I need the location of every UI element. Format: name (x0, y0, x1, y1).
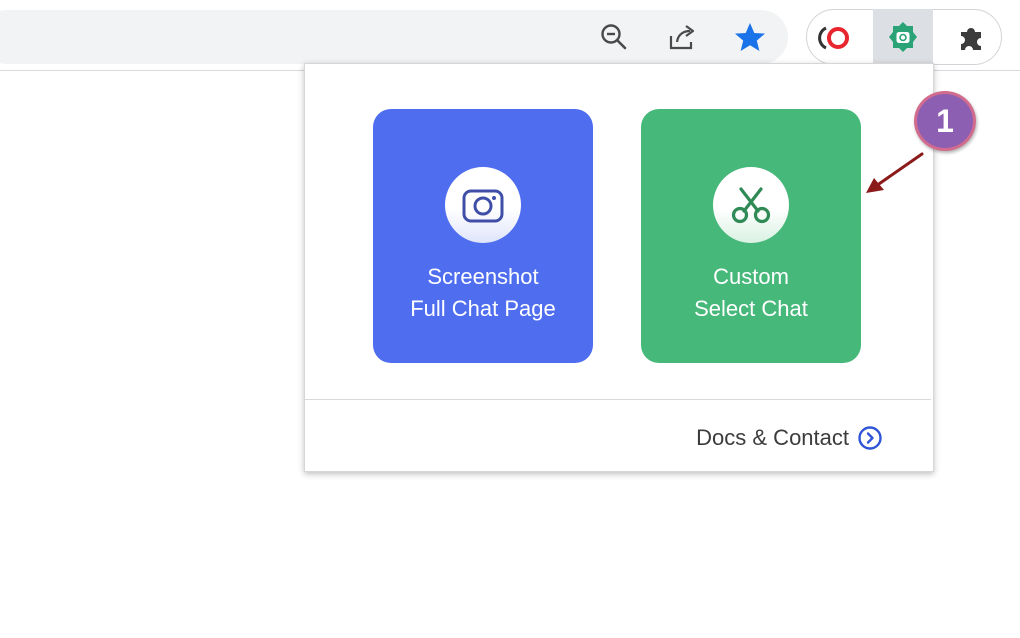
scissors-icon (713, 167, 789, 243)
custom-select-chat-label: Custom Select Chat (694, 264, 808, 321)
annotation-arrow (866, 152, 924, 193)
bookmark-star-icon[interactable] (730, 17, 770, 57)
docs-contact-link[interactable]: Docs & Contact (696, 425, 883, 451)
screenshot-full-chat-label: Screenshot Full Chat Page (410, 264, 556, 321)
extension-popup: Screenshot Full Chat Page Custom Select … (304, 63, 934, 472)
opera-extension-icon[interactable] (815, 18, 855, 58)
custom-select-chat-button[interactable]: Custom Select Chat (641, 109, 861, 363)
step-number-badge: 1 (914, 91, 976, 151)
popup-divider (305, 399, 931, 400)
camera-icon (445, 167, 521, 243)
browser-toolbar (0, 0, 1020, 71)
docs-contact-label: Docs & Contact (696, 425, 849, 450)
share-icon[interactable] (662, 17, 702, 57)
chevron-right-circle-icon (858, 426, 882, 450)
screenshot-full-chat-button[interactable]: Screenshot Full Chat Page (373, 109, 593, 363)
extensions-puzzle-icon[interactable] (951, 18, 991, 58)
chat-screenshot-extension-icon[interactable] (873, 9, 933, 65)
page: Screenshot Full Chat Page Custom Select … (0, 0, 1020, 638)
extensions-area (806, 9, 1002, 65)
zoom-out-icon[interactable] (594, 17, 634, 57)
